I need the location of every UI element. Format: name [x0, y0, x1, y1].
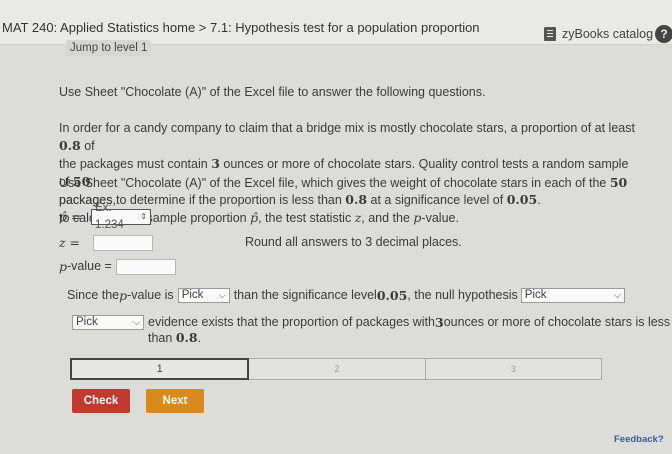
z-input[interactable]	[93, 234, 153, 251]
level-1-segment[interactable]: 1	[70, 358, 250, 380]
comparison-select[interactable]: Pick ⌵	[177, 288, 230, 303]
z-row: z = Round all answers to 3 decimal place…	[59, 234, 462, 251]
null-hypothesis-select[interactable]: Pick ⌵	[520, 288, 625, 303]
evidence-select[interactable]: Pick ⌵	[72, 315, 144, 330]
spinner-icon: ⇕	[140, 212, 147, 221]
level-3-segment[interactable]: 3	[425, 358, 602, 380]
pvalue-var: p	[59, 259, 68, 274]
book-icon	[544, 27, 556, 41]
pvalue-label: -value =	[67, 259, 112, 273]
pvalue-input[interactable]	[115, 258, 176, 275]
jump-to-level-button[interactable]: Jump to level 1	[66, 40, 152, 56]
chevron-down-icon: ⌵	[133, 317, 140, 327]
round-note: Round all answers to 3 decimal places.	[245, 235, 462, 249]
breadcrumb[interactable]: MAT 240: Applied Statistics home > 7.1: …	[2, 20, 480, 35]
level-2-segment[interactable]: 2	[249, 358, 426, 380]
phat-row: p̂ = Ex: 1.234 ⇕	[59, 202, 151, 231]
help-icon[interactable]: ?	[655, 25, 672, 43]
z-label: z =	[59, 235, 81, 250]
phat-input[interactable]: Ex: 1.234 ⇕	[91, 202, 151, 231]
chevron-down-icon: ⌵	[218, 290, 226, 300]
conclusion-line-1: Since the p -value is Pick ⌵ than the sign…	[67, 287, 625, 304]
phat-label: p̂ =	[59, 209, 82, 224]
level-progress: 1 2 3	[70, 358, 602, 380]
top-bar: MAT 240: Applied Statistics home > 7.1: …	[0, 0, 672, 45]
pvalue-row: p -value =	[59, 258, 176, 275]
conclusion-line-3: than 0.8.	[148, 330, 202, 345]
catalog-label: zyBooks catalog	[562, 27, 654, 41]
chevron-down-icon: ⌵	[613, 290, 621, 300]
zybooks-catalog-link[interactable]: zyBooks catalog	[544, 27, 653, 41]
intro-text: Use Sheet "Chocolate (A)" of the Excel f…	[59, 85, 486, 99]
next-button[interactable]: Next	[146, 389, 204, 413]
check-button[interactable]: Check	[72, 389, 130, 413]
feedback-link[interactable]: Feedback?	[614, 434, 664, 445]
